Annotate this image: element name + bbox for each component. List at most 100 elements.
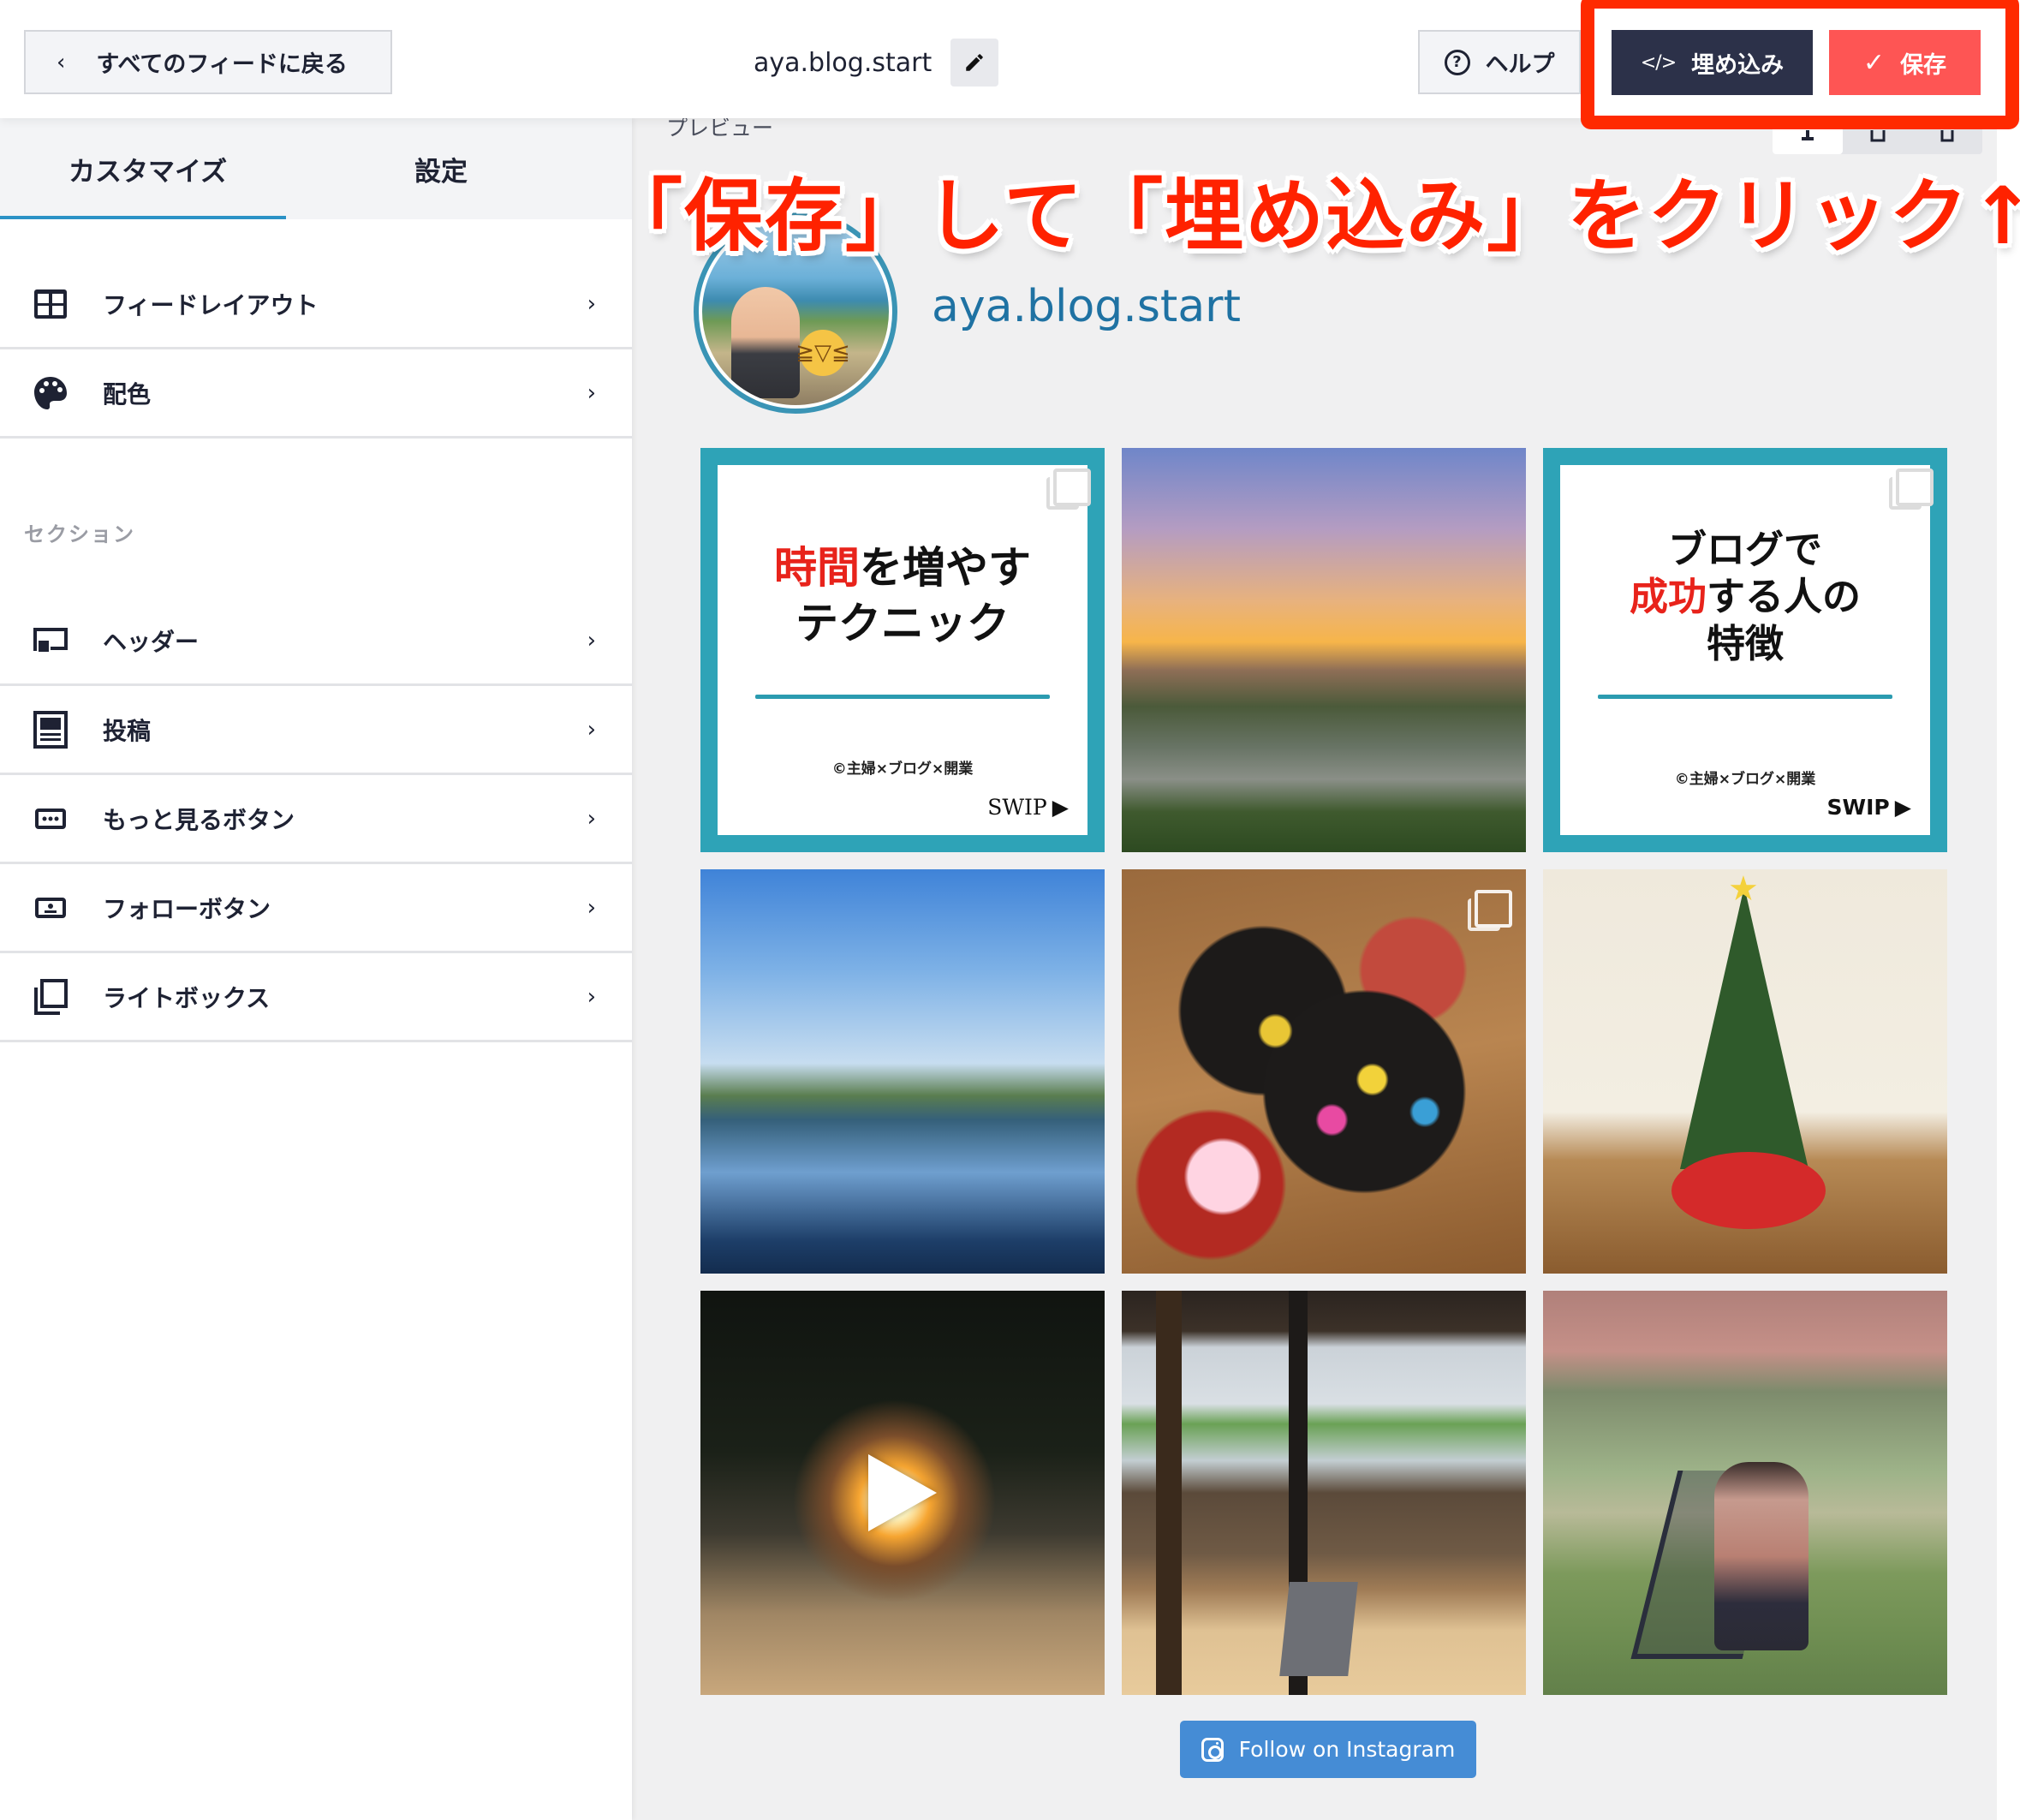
window-frame — [1156, 1291, 1182, 1695]
palette-icon — [33, 375, 69, 411]
section-heading: セクション — [24, 522, 135, 546]
post-tile[interactable]: ブログで 成功する人の 特徴 ©主婦×ブログ×開業 SWIP ▶ — [1543, 448, 1947, 852]
sidebar-item-color-scheme[interactable]: 配色 › — [0, 349, 632, 439]
general-menu: フィードレイアウト › 配色 › — [0, 260, 632, 439]
card-divider — [755, 695, 1050, 699]
card-divider — [1598, 695, 1892, 699]
carousel-icon — [1468, 890, 1512, 931]
sidebar-item-label: フィードレイアウト — [103, 290, 319, 319]
post-tile[interactable] — [1122, 869, 1526, 1274]
play-arrow-icon: ▶ — [1894, 795, 1911, 820]
section-menu: ヘッダー › 投稿 › もっと見るボタン › フォローボタン › ライトボックス… — [0, 597, 632, 1042]
question-circle-icon: ? — [1444, 49, 1470, 75]
sidebar-item-label: 配色 — [103, 379, 152, 409]
post-tile[interactable] — [700, 1291, 1105, 1695]
lightbox-icon — [33, 978, 69, 1015]
post-tile[interactable]: 時間を増やす テクニック ©主婦×ブログ×開業 SWIP ▶ — [700, 448, 1105, 852]
post-tile[interactable]: ★ — [1543, 869, 1947, 1274]
post-tile[interactable] — [1122, 1291, 1526, 1695]
tab-label: 設定 — [414, 156, 468, 188]
sidebar-item-label: フォローボタン — [103, 894, 271, 923]
play-arrow-icon: ▶ — [1052, 795, 1069, 820]
card-title: ブログで 成功する人の 特徴 — [1630, 527, 1861, 668]
post-tile[interactable] — [1122, 448, 1526, 852]
food-details — [1122, 869, 1526, 1274]
arrow-up-icon: ↑ — [1969, 170, 2020, 262]
embed-label: 埋め込み — [1691, 51, 1785, 79]
post-tile[interactable] — [1543, 1291, 1947, 1695]
tab-label: カスタマイズ — [69, 156, 228, 188]
card-title-text: 特徴 — [1706, 620, 1784, 666]
card-title-highlight: 成功 — [1629, 573, 1707, 619]
sidebar-item-header[interactable]: ヘッダー › — [0, 597, 632, 686]
tab-customize[interactable]: カスタマイズ — [0, 118, 286, 219]
sidebar-item-follow-button[interactable]: フォローボタン › — [0, 864, 632, 953]
feed-title: aya.blog.start — [754, 39, 999, 87]
chevron-right-icon: › — [587, 894, 596, 921]
post-card-graphic: ブログで 成功する人の 特徴 ©主婦×ブログ×開業 SWIP ▶ — [1560, 465, 1930, 835]
edit-feed-name-button[interactable] — [950, 39, 999, 87]
chevron-right-icon: › — [587, 983, 596, 1010]
sidebar-tabs: カスタマイズ 設定 — [0, 118, 632, 219]
code-icon: </> — [1640, 51, 1677, 74]
mobile-icon — [1940, 130, 1954, 142]
sidebar-item-label: ライトボックス — [103, 983, 271, 1012]
help-button[interactable]: ? ヘルプ — [1418, 30, 1581, 94]
chevron-right-icon: › — [587, 290, 596, 317]
carousel-icon — [1889, 468, 1934, 510]
tab-settings[interactable]: 設定 — [286, 118, 632, 219]
check-icon: ✓ — [1862, 47, 1886, 78]
sidebar-item-lightbox[interactable]: ライトボックス › — [0, 953, 632, 1042]
card-title-text: する人の — [1707, 573, 1862, 619]
tree-skirt — [1671, 1152, 1826, 1229]
chevron-right-icon: › — [587, 627, 596, 653]
post-card-graphic: 時間を増やす テクニック ©主婦×ブログ×開業 SWIP ▶ — [718, 465, 1087, 835]
instagram-icon — [1201, 1737, 1224, 1762]
sidebar-item-label: もっと見るボタン — [103, 805, 295, 834]
back-button-label: すべてのフィードに戻る — [96, 51, 348, 78]
follow-on-instagram-button[interactable]: Follow on Instagram — [1180, 1721, 1476, 1778]
swip-label: SWIP — [1826, 795, 1890, 820]
save-button[interactable]: ✓ 保存 — [1829, 30, 1981, 95]
grid-layout-icon — [33, 286, 69, 322]
chevron-right-icon: › — [587, 716, 596, 743]
header-icon — [33, 623, 69, 659]
person-shape — [1714, 1462, 1808, 1650]
card-title-text: を増やす — [860, 543, 1031, 593]
post-grid: 時間を増やす テクニック ©主婦×ブログ×開業 SWIP ▶ ブログで 成功する人の特… — [700, 448, 1947, 1695]
card-swip: SWIP ▶ — [1827, 795, 1911, 820]
sidebar-item-feed-layout[interactable]: フィードレイアウト › — [0, 260, 632, 349]
desktop-icon — [1801, 130, 1814, 140]
feed-preview-panel: プレビュー ≧▽≦ aya.blog.start 時間を増やす テクニック ©主婦… — [632, 111, 1997, 1820]
star-icon: ★ — [1728, 869, 1759, 909]
card-title-highlight: 時間 — [774, 543, 860, 593]
laptop-shape — [1279, 1582, 1358, 1676]
chevron-left-icon: ‹ — [57, 49, 66, 75]
card-title-text: ブログで — [1667, 527, 1822, 572]
tree-shape — [1680, 886, 1808, 1169]
laughing-emoji-icon: ≧▽≦ — [795, 330, 850, 376]
post-tile[interactable] — [700, 869, 1105, 1274]
post-icon — [33, 710, 69, 749]
card-credit: ©主婦×ブログ×開業 — [831, 761, 974, 778]
pencil-icon — [966, 54, 984, 71]
back-to-all-feeds-button[interactable]: ‹ すべてのフィードに戻る — [24, 30, 392, 94]
card-swip: SWIP ▶ — [987, 795, 1069, 820]
sidebar-item-label: 投稿 — [103, 716, 152, 745]
follow-button-icon — [33, 890, 69, 926]
feed-name: aya.blog.start — [754, 47, 933, 78]
swip-label: SWIP — [987, 795, 1047, 820]
profile-username[interactable]: aya.blog.start — [932, 281, 1241, 332]
embed-button[interactable]: </> 埋め込み — [1612, 30, 1813, 95]
instruction-annotation: 「保存」して「埋め込み」をクリック↑ — [604, 152, 2020, 266]
customizer-sidebar: カスタマイズ 設定 フィードレイアウト › 配色 › セクション ヘッダー › — [0, 118, 632, 1820]
tablet-icon — [1870, 130, 1885, 142]
annotation-text: 「保存」して「埋め込み」をクリック — [604, 170, 1970, 262]
help-label: ヘルプ — [1485, 51, 1555, 78]
chevron-right-icon: › — [587, 805, 596, 832]
card-credit: ©主婦×ブログ×開業 — [1674, 771, 1816, 788]
avatar-person — [731, 287, 800, 398]
sidebar-item-load-more-button[interactable]: もっと見るボタン › — [0, 775, 632, 864]
sidebar-item-posts[interactable]: 投稿 › — [0, 686, 632, 775]
chevron-right-icon: › — [587, 379, 596, 406]
